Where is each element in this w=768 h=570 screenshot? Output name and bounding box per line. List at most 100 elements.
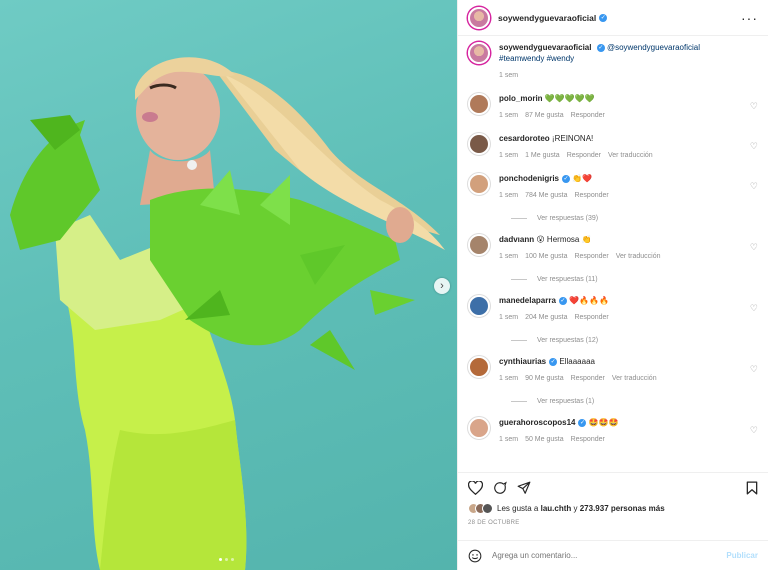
comment-likes[interactable]: 1 Me gusta xyxy=(525,152,560,159)
carousel-dot xyxy=(231,558,234,561)
comment-item: dadvıann 😮 Hermosa 👏 1 sem 100 Me gusta Res… xyxy=(468,234,758,262)
commenter-avatar[interactable] xyxy=(468,356,490,378)
comment-like-heart-icon[interactable]: ♡ xyxy=(750,303,758,314)
author-username[interactable]: soywendyguevaraoficial xyxy=(498,13,596,23)
caption-time: 1 sem xyxy=(499,72,519,79)
comment-likes[interactable]: 784 Me gusta xyxy=(525,192,567,199)
comment-text: 👏❤️ xyxy=(572,174,593,183)
carousel-dot xyxy=(225,558,228,561)
post-header: soywendyguevaraoficial ✓ ··· xyxy=(458,0,768,36)
comment-likes[interactable]: 50 Me gusta xyxy=(525,436,564,443)
commenter-avatar[interactable] xyxy=(468,93,490,115)
replies-divider xyxy=(511,279,527,280)
likes-prefix: Les gusta a xyxy=(497,504,541,513)
post-actions: Les gusta a lau.chth y 273.937 personas … xyxy=(458,472,768,540)
emoji-smiley-icon[interactable] xyxy=(468,549,482,563)
author-avatar[interactable] xyxy=(468,6,490,29)
comments-list[interactable]: soywendyguevaraoficial ✓ @soywendyguevar… xyxy=(458,36,768,472)
caption-mention[interactable]: @soywendyguevaraoficial xyxy=(607,43,700,52)
view-replies-button[interactable]: Ver respuestas (1) xyxy=(511,398,758,405)
add-comment-input[interactable] xyxy=(492,551,727,560)
comment-text: 💚💚💚💚💚 xyxy=(544,94,595,103)
comment-translate-button[interactable]: Ver traducción xyxy=(612,375,657,382)
comment-likes[interactable]: 100 Me gusta xyxy=(525,253,567,260)
comment-like-heart-icon[interactable]: ♡ xyxy=(750,425,758,436)
commenter-avatar[interactable] xyxy=(468,417,490,439)
comment-reply-button[interactable]: Responder xyxy=(574,314,608,321)
save-bookmark-icon[interactable] xyxy=(746,481,758,495)
comment-like-heart-icon[interactable]: ♡ xyxy=(750,364,758,375)
likes-count[interactable]: 273.937 personas más xyxy=(580,504,665,513)
likes-mid: y xyxy=(571,504,580,513)
comment-username[interactable]: cesardoroteo xyxy=(499,134,550,143)
comment-item: manedelaparra ✓ ❤️🔥🔥🔥 1 sem 204 Me gusta Res… xyxy=(468,295,758,323)
carousel-indicator xyxy=(219,558,234,561)
comment-like-heart-icon[interactable]: ♡ xyxy=(750,101,758,112)
comment-reply-button[interactable]: Responder xyxy=(571,375,605,382)
comment-username[interactable]: ponchodenigris xyxy=(499,174,559,183)
verified-icon: ✓ xyxy=(599,13,608,22)
comment-username[interactable]: manedelaparra xyxy=(499,296,556,305)
comment-reply-button[interactable]: Responder xyxy=(574,192,608,199)
caption-avatar[interactable] xyxy=(468,42,490,64)
verified-icon: ✓ xyxy=(562,174,570,183)
comment-reply-button[interactable]: Responder xyxy=(567,152,601,159)
comment-text: 🤩🤩🤩 xyxy=(588,418,619,427)
comment-text: ❤️🔥🔥🔥 xyxy=(569,296,609,305)
comment-item: cynthiaurias ✓ Ellaaaaaa 1 sem 90 Me gusta R… xyxy=(468,356,758,384)
comment-item: cesardoroteo ¡REINONA! 1 sem 1 Me gusta Res… xyxy=(468,133,758,161)
comment-username[interactable]: guerahoroscopos14 xyxy=(499,418,575,427)
post-side-panel: soywendyguevaraoficial ✓ ··· soywendygue… xyxy=(457,0,768,570)
commenter-avatar[interactable] xyxy=(468,133,490,155)
caption-username[interactable]: soywendyguevaraoficial xyxy=(499,43,591,52)
comment-bubble-icon[interactable] xyxy=(493,481,507,495)
liker-avatar xyxy=(482,503,493,514)
photo-illustration xyxy=(10,57,445,570)
view-replies-button[interactable]: Ver respuestas (12) xyxy=(511,337,758,344)
like-heart-icon[interactable] xyxy=(468,481,483,495)
commenter-avatar[interactable] xyxy=(468,234,490,256)
replies-divider xyxy=(511,340,527,341)
comment-reply-button[interactable]: Responder xyxy=(574,253,608,260)
publish-button[interactable]: Publicar xyxy=(726,551,758,560)
view-replies-button[interactable]: Ver respuestas (11) xyxy=(511,276,758,283)
comment-username[interactable]: cynthiaurias xyxy=(499,357,546,366)
share-paper-plane-icon[interactable] xyxy=(517,481,531,495)
comment-likes[interactable]: 87 Me gusta xyxy=(525,112,564,119)
comment-time: 1 sem xyxy=(499,152,519,159)
comment-username[interactable]: dadvıann xyxy=(499,235,534,244)
likes-user[interactable]: lau.chth xyxy=(541,504,572,513)
comment-translate-button[interactable]: Ver traducción xyxy=(608,152,653,159)
comment-likes[interactable]: 90 Me gusta xyxy=(525,375,564,382)
comment-time: 1 sem xyxy=(499,375,519,382)
commenter-avatar[interactable] xyxy=(468,173,490,195)
replies-divider xyxy=(511,218,527,219)
view-replies-label[interactable]: Ver respuestas (39) xyxy=(537,215,598,222)
view-replies-label[interactable]: Ver respuestas (12) xyxy=(537,337,598,344)
comment-like-heart-icon[interactable]: ♡ xyxy=(750,141,758,152)
instagram-post-view: › soywendyguevaraoficial ✓ ··· soywendyg… xyxy=(0,0,768,570)
view-replies-button[interactable]: Ver respuestas (39) xyxy=(511,215,758,222)
caption-hashtags[interactable]: #teamwendy #wendy xyxy=(499,54,574,63)
comment-item: guerahoroscopos14 ✓ 🤩🤩🤩 1 sem 50 Me gusta Re… xyxy=(468,417,758,445)
comment-like-heart-icon[interactable]: ♡ xyxy=(750,242,758,253)
comment-text: 😮 Hermosa 👏 xyxy=(536,235,592,244)
verified-icon: ✓ xyxy=(596,43,605,52)
comment-reply-button[interactable]: Responder xyxy=(571,112,605,119)
comment-username[interactable]: polo_morin xyxy=(499,94,543,103)
comment-like-heart-icon[interactable]: ♡ xyxy=(750,181,758,192)
carousel-dot-active xyxy=(219,558,222,561)
comment-likes[interactable]: 204 Me gusta xyxy=(525,314,567,321)
verified-icon: ✓ xyxy=(578,418,587,427)
next-slide-button[interactable]: › xyxy=(434,278,450,294)
comment-text: ¡REINONA! xyxy=(551,134,594,143)
commenter-avatar[interactable] xyxy=(468,295,490,317)
more-horizontal-icon[interactable]: ··· xyxy=(741,10,758,26)
comment-time: 1 sem xyxy=(499,112,519,119)
view-replies-label[interactable]: Ver respuestas (1) xyxy=(537,398,594,405)
view-replies-label[interactable]: Ver respuestas (11) xyxy=(537,276,598,283)
comment-item: polo_morin 💚💚💚💚💚 1 sem 87 Me gusta Responde… xyxy=(468,93,758,121)
comment-reply-button[interactable]: Responder xyxy=(571,436,605,443)
verified-icon: ✓ xyxy=(549,357,558,366)
comment-translate-button[interactable]: Ver traducción xyxy=(616,253,661,260)
